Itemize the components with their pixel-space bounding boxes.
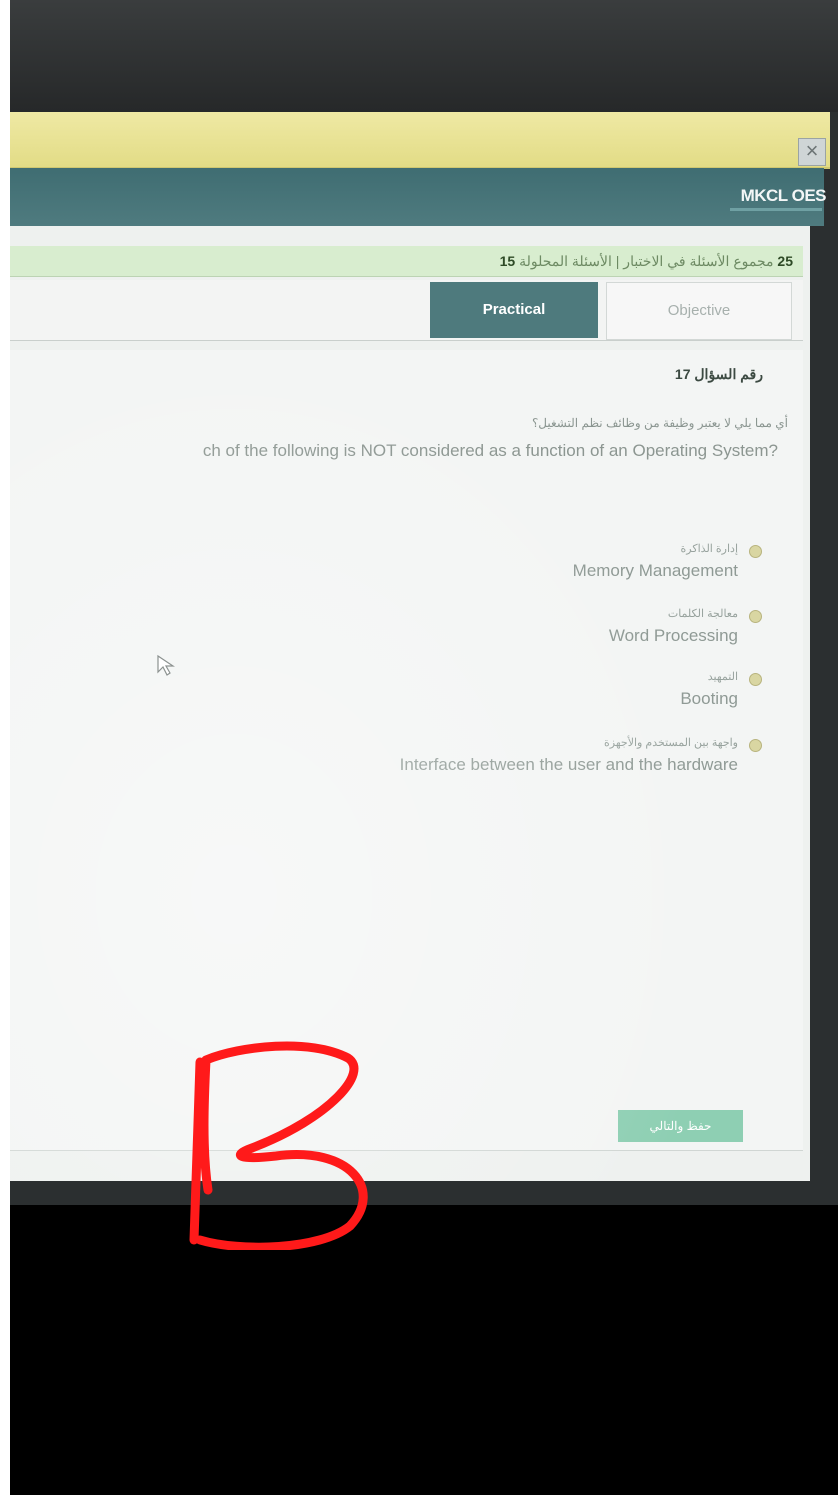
question-text-arabic: أي مما يلي لا يعتبر وظيفة من وظائف نظم ا… <box>531 416 788 430</box>
option-1-arabic: إدارة الذاكرة <box>680 543 738 555</box>
brand-underline <box>730 208 822 211</box>
option-radio-1[interactable] <box>749 545 762 558</box>
close-button[interactable]: × <box>798 138 826 166</box>
total-questions-count: 25 <box>777 253 793 269</box>
option-radio-2[interactable] <box>749 610 762 623</box>
left-margin-strip <box>0 0 10 1495</box>
option-3-english: Booting <box>680 689 738 708</box>
window-title-bar <box>10 112 830 169</box>
option-4-arabic: واجهة بين المستخدم والأجهزة <box>604 737 738 749</box>
option-2-arabic: معالجة الكلمات <box>667 608 738 620</box>
option-3[interactable]: التمهيد Booting <box>680 670 738 709</box>
option-1[interactable]: إدارة الذاكرة Memory Management <box>573 542 738 581</box>
option-4[interactable]: واجهة بين المستخدم والأجهزة Interface be… <box>400 736 738 775</box>
answered-questions-count: 15 <box>499 253 516 269</box>
option-radio-3[interactable] <box>749 673 762 686</box>
status-text-group: 25 مجموع الأسئلة في الاختبار | الأسئلة ا… <box>500 253 793 270</box>
option-3-arabic: التمهيد <box>707 671 738 683</box>
close-icon: × <box>805 138 819 163</box>
question-number: رقم السؤال 17 <box>674 366 763 382</box>
tab-practical[interactable]: Practical <box>430 282 598 338</box>
status-text: مجموع الأسئلة في الاختبار | الأسئلة المح… <box>519 253 774 269</box>
question-text-english: ch of the following is NOT considered as… <box>202 441 778 460</box>
monitor-bezel <box>10 0 838 112</box>
tab-objective[interactable]: Objective <box>606 282 792 340</box>
option-4-english: Interface between the user and the hardw… <box>399 755 738 774</box>
option-radio-4[interactable] <box>749 739 762 752</box>
option-2[interactable]: معالجة الكلمات Word Processing <box>609 607 738 646</box>
save-next-button[interactable]: حفظ والتالي <box>618 1110 743 1142</box>
app-header <box>10 168 824 226</box>
option-1-english: Memory Management <box>572 561 738 580</box>
handwritten-letter-b <box>189 1041 368 1250</box>
mouse-cursor-icon <box>157 654 175 676</box>
monitor-screen: × MKCL OES 25 مجموع الأسئلة في الاختبار … <box>10 0 838 1205</box>
exam-status-bar: 25 مجموع الأسئلة في الاختبار | الأسئلة ا… <box>10 246 803 277</box>
brand-logo: MKCL OES <box>740 186 827 205</box>
option-2-english: Word Processing <box>608 626 738 645</box>
